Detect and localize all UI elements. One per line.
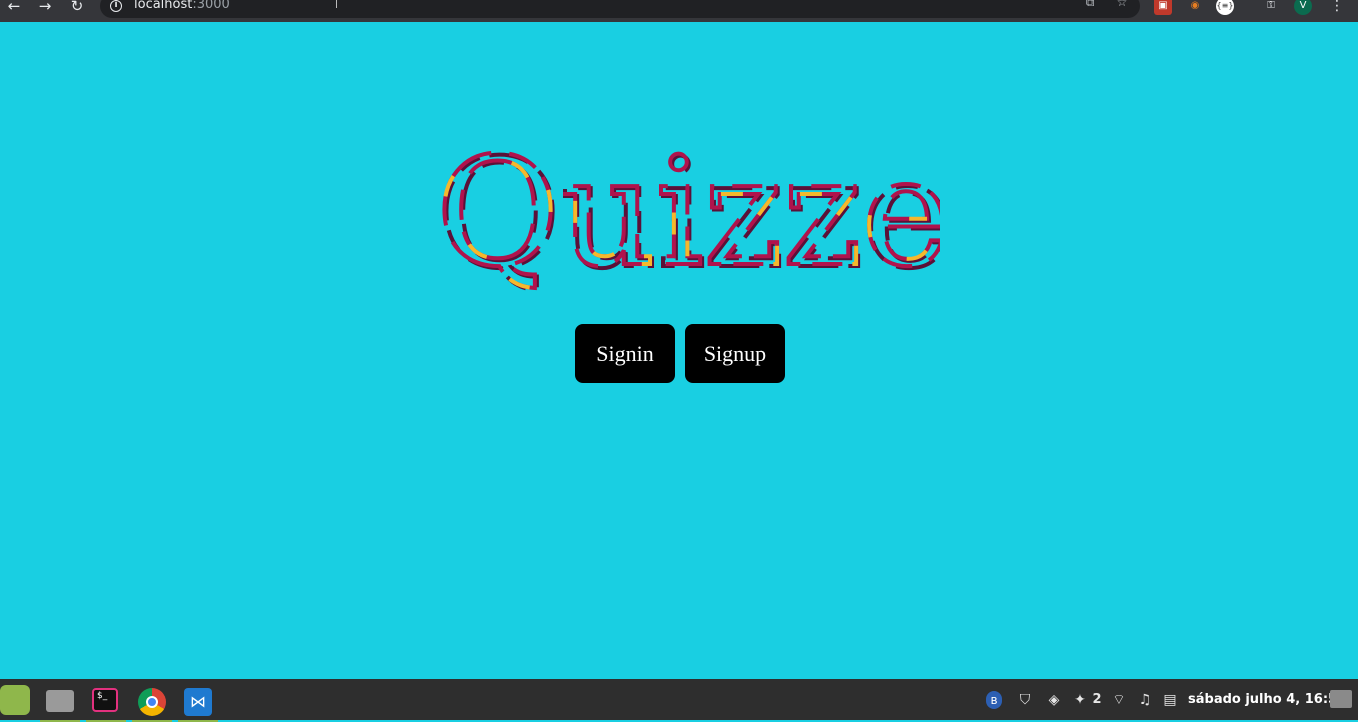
- clock[interactable]: sábado julho 4, 16:52: [1188, 691, 1346, 709]
- vscode-icon: ⋈: [184, 688, 212, 716]
- menu-kebab-icon[interactable]: ⋮: [1328, 0, 1346, 15]
- mint-menu-icon[interactable]: [0, 685, 30, 715]
- back-icon[interactable]: ←: [3, 0, 25, 16]
- reload-icon[interactable]: ↻: [66, 0, 88, 16]
- site-info-icon[interactable]: i: [110, 0, 122, 12]
- logo-text-accent: Quizzer: [436, 140, 940, 300]
- extension-red-icon[interactable]: ▣: [1154, 0, 1172, 15]
- bookmark-star-icon[interactable]: ☆: [1114, 0, 1130, 10]
- url-port: :3000: [192, 0, 230, 12]
- terminal-app-icon[interactable]: $_: [86, 685, 126, 722]
- files-app-icon[interactable]: [40, 685, 80, 722]
- key-icon[interactable]: ⚿: [1262, 0, 1280, 15]
- wifi-icon[interactable]: ⌔: [1110, 691, 1128, 709]
- address-bar[interactable]: i localhost:3000 ⧉ ☆: [100, 0, 1140, 18]
- extension-json-icon[interactable]: {≡}: [1216, 0, 1234, 15]
- vscode-app-icon[interactable]: ⋈: [178, 685, 218, 722]
- notification-count: 2: [1092, 692, 1102, 707]
- updates-icon[interactable]: ✦: [1072, 691, 1088, 709]
- chrome-icon: [138, 688, 166, 716]
- signup-button[interactable]: Signup: [685, 324, 785, 383]
- folder-icon: [46, 690, 74, 712]
- nvidia-icon[interactable]: ◈: [1044, 691, 1064, 709]
- bluetooth-icon[interactable]: ʙ: [986, 691, 1002, 709]
- shield-icon[interactable]: ⛉: [1016, 691, 1034, 709]
- browser-toolbar: ← → ↻ i localhost:3000 ⧉ ☆ ▣ ◉ {≡} ⚿ V ⋮: [0, 0, 1358, 22]
- profile-avatar[interactable]: V: [1294, 0, 1312, 15]
- text-cursor-icon: [336, 0, 343, 8]
- extension-owl-icon[interactable]: ◉: [1186, 0, 1204, 15]
- url-host: localhost: [134, 0, 193, 12]
- quizzer-logo: Quizzer Quizzer Quizzer: [420, 140, 940, 310]
- forward-icon[interactable]: →: [34, 0, 56, 16]
- address-text[interactable]: localhost:3000: [134, 0, 230, 12]
- show-desktop-icon[interactable]: [1330, 690, 1352, 708]
- chrome-app-icon[interactable]: [132, 685, 172, 722]
- sound-icon[interactable]: ♫: [1136, 691, 1154, 709]
- taskbar: $_ ⋈ ʙ ⛉ ◈ ✦ 2 ⌔ ♫ ▤ sábado julho 4, 16:…: [0, 679, 1358, 722]
- clipboard-icon[interactable]: ▤: [1162, 691, 1178, 709]
- signin-button[interactable]: Signin: [575, 324, 675, 383]
- translate-icon[interactable]: ⧉: [1082, 0, 1098, 10]
- terminal-icon: $_: [92, 688, 118, 712]
